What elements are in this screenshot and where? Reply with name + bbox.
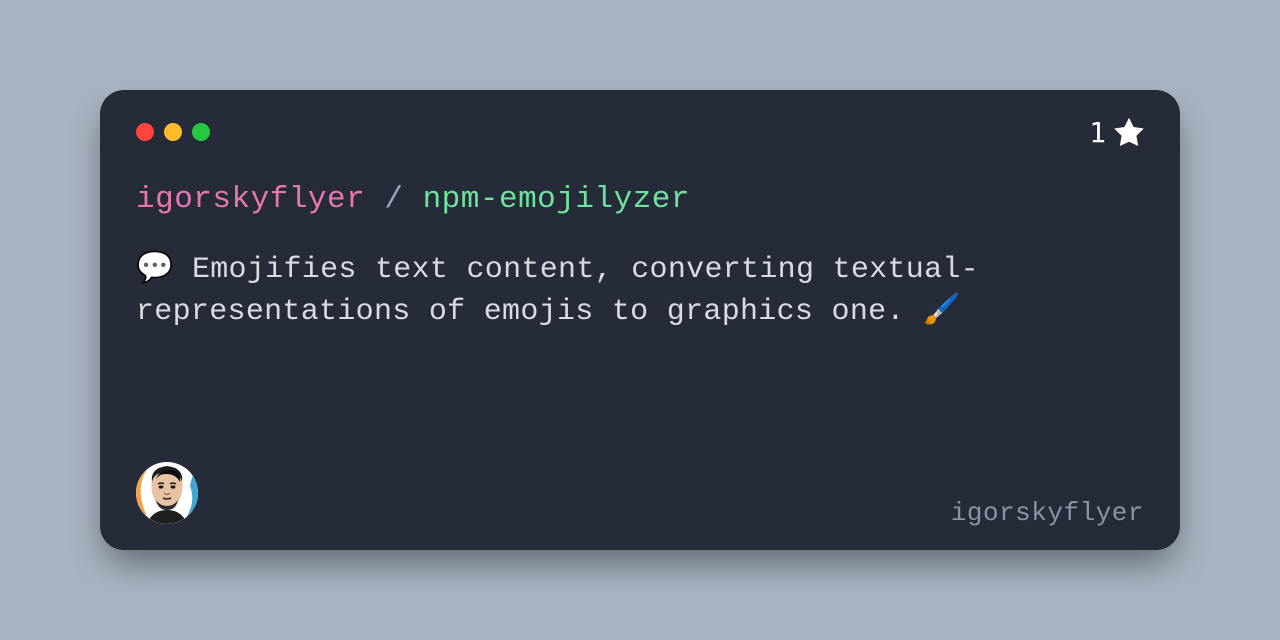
repo-slash: /: [365, 182, 422, 217]
repo-card: 1 igorskyflyer / npm-emojilyzer 💬 Emojif…: [100, 90, 1180, 550]
minimize-light-icon: [164, 123, 182, 141]
star-icon: [1114, 117, 1144, 147]
close-light-icon: [136, 123, 154, 141]
repo-description: 💬 Emojifies text content, converting tex…: [136, 250, 1076, 333]
avatar-icon: [136, 462, 198, 524]
repo-owner: igorskyflyer: [136, 182, 365, 217]
star-count: 1: [1089, 116, 1106, 149]
avatar: [136, 462, 198, 524]
window-traffic-lights: [136, 123, 210, 141]
card-topbar: 1: [136, 118, 1144, 146]
owner-handle: igorskyflyer: [951, 498, 1144, 528]
star-counter: 1: [1089, 116, 1144, 149]
repo-title: igorskyflyer / npm-emojilyzer: [136, 180, 1144, 220]
zoom-light-icon: [192, 123, 210, 141]
repo-name: npm-emojilyzer: [423, 182, 690, 217]
